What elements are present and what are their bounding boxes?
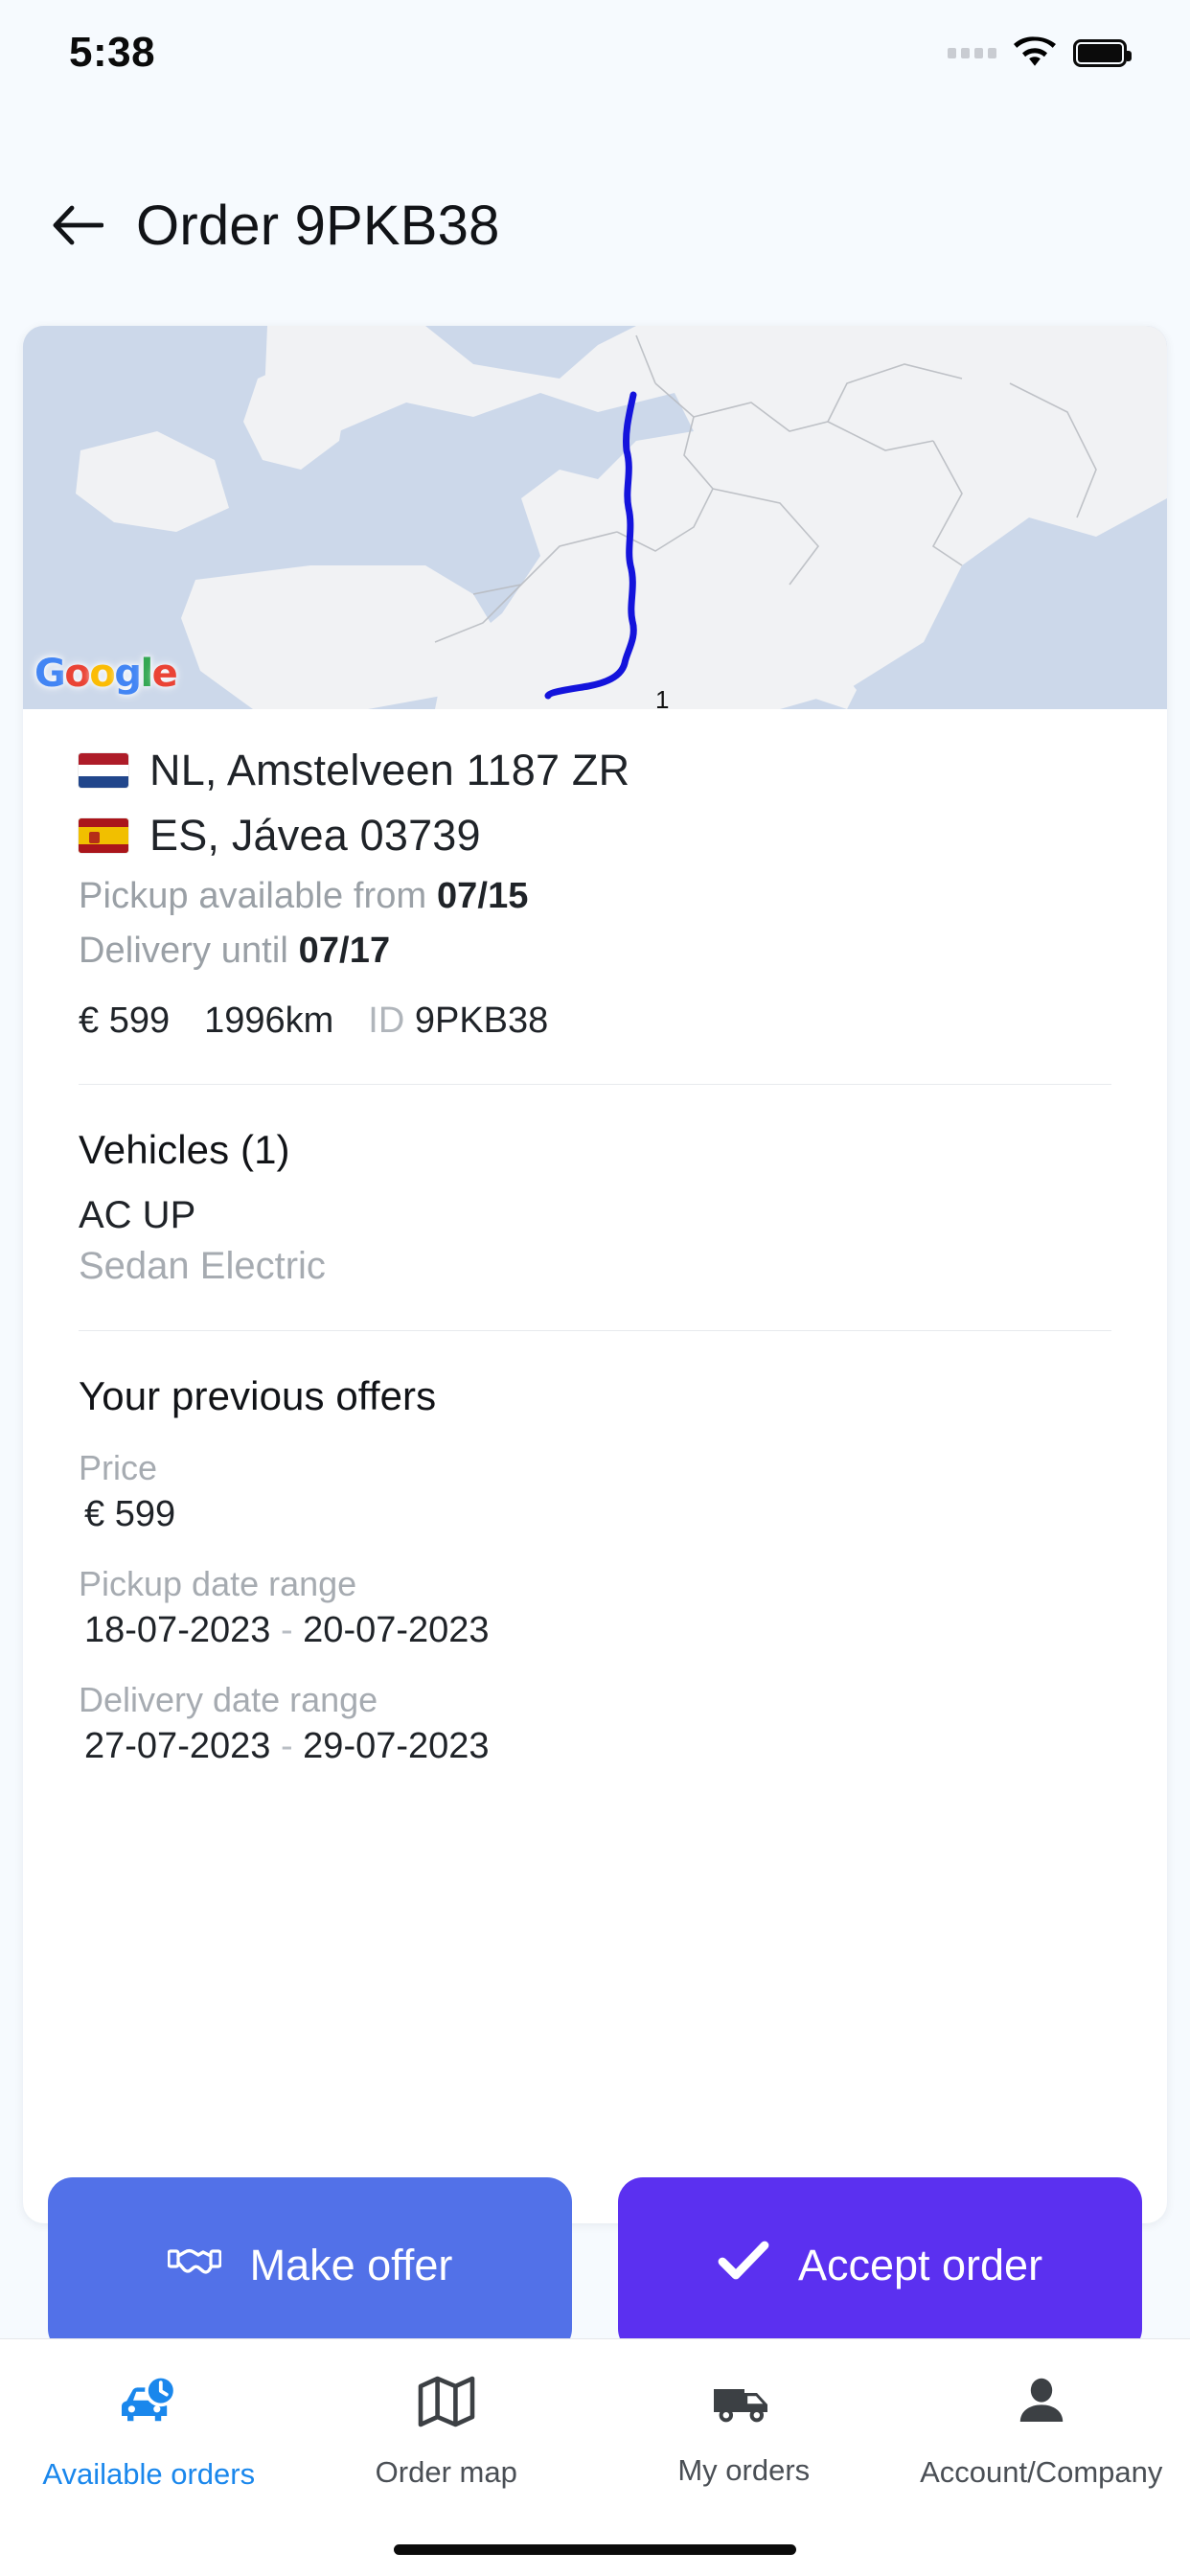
delivery-range-separator: - — [281, 1726, 293, 1766]
nav-label-order-map: Order map — [376, 2455, 517, 2490]
nav-label-my-orders: My orders — [677, 2453, 810, 2488]
pickup-range-end: 20-07-2023 — [303, 1610, 489, 1650]
map-icon — [417, 2374, 476, 2434]
check-icon — [718, 2241, 769, 2291]
order-id-label: ID — [368, 1000, 404, 1042]
offer-delivery-range-label: Delivery date range — [79, 1680, 1111, 1720]
divider-vehicles — [79, 1084, 1111, 1085]
battery-icon — [1073, 39, 1127, 67]
nl-flag-icon — [79, 753, 128, 788]
car-clock-icon — [116, 2374, 181, 2436]
offer-price-value: € 599 — [79, 1494, 1111, 1535]
pickup-range-separator: - — [281, 1610, 293, 1650]
map-canvas — [23, 326, 1167, 709]
nav-item-available-orders[interactable]: Available orders — [0, 2374, 298, 2492]
nav-item-order-map[interactable]: Order map — [298, 2374, 596, 2490]
pickup-range-start: 18-07-2023 — [84, 1610, 270, 1650]
signal-dots-icon — [948, 48, 996, 58]
google-logo: Google — [34, 652, 176, 696]
back-arrow-icon[interactable] — [52, 199, 103, 251]
origin-row: NL, Amstelveen 1187 ZR — [79, 746, 1111, 795]
offers-section-title: Your previous offers — [79, 1373, 1111, 1419]
truck-icon — [710, 2374, 777, 2432]
offer-pickup-range-label: Pickup date range — [79, 1564, 1111, 1604]
accept-order-label: Accept order — [798, 2241, 1042, 2290]
delivery-range-end: 29-07-2023 — [303, 1726, 489, 1766]
offer-delivery-range-value: 27-07-2023 - 29-07-2023 — [79, 1726, 1111, 1767]
page-title: Order 9PKB38 — [136, 194, 500, 258]
accept-order-button[interactable]: Accept order — [618, 2177, 1142, 2354]
delivery-date: 07/17 — [299, 931, 391, 971]
order-price: € 599 — [79, 1000, 170, 1042]
home-indicator — [394, 2544, 796, 2555]
pickup-availability: Pickup available from 07/15 — [79, 876, 1111, 917]
pickup-label: Pickup available from — [79, 876, 426, 916]
make-offer-label: Make offer — [250, 2241, 453, 2290]
status-indicators — [948, 36, 1127, 69]
destination-address: ES, Jávea 03739 — [149, 811, 481, 861]
nav-item-my-orders[interactable]: My orders — [595, 2374, 893, 2488]
offer-price-label: Price — [79, 1448, 1111, 1488]
order-summary-row: € 599 1996km ID 9PKB38 — [79, 1000, 1111, 1042]
app-screen: 5:38 Order 9PKB38 — [0, 0, 1190, 2576]
person-icon — [1014, 2374, 1069, 2434]
page-header: Order 9PKB38 — [0, 168, 1190, 283]
delivery-label: Delivery until — [79, 931, 288, 971]
vehicle-count-label: 1 — [655, 685, 669, 709]
order-detail-card: 1 Google NL, Amstelveen 1187 ZR — [23, 326, 1167, 2223]
order-distance: 1996km — [204, 1000, 333, 1042]
destination-row: ES, Jávea 03739 — [79, 811, 1111, 861]
bottom-navigation: Available orders Order map — [0, 2338, 1190, 2576]
nav-item-account-company[interactable]: Account/Company — [893, 2374, 1190, 2490]
status-time: 5:38 — [69, 29, 155, 77]
route-map[interactable]: 1 Google — [23, 326, 1167, 709]
order-content: NL, Amstelveen 1187 ZR ES, Jávea 03739 P… — [23, 709, 1167, 1767]
wifi-icon — [1014, 36, 1056, 69]
es-flag-icon — [79, 818, 128, 853]
handshake-icon — [168, 2241, 221, 2290]
vehicle-name: AC UP — [79, 1194, 1111, 1237]
action-bar: Make offer Accept order — [0, 2177, 1190, 2354]
origin-address: NL, Amstelveen 1187 ZR — [149, 746, 629, 795]
delivery-range-start: 27-07-2023 — [84, 1726, 270, 1766]
divider-offers — [79, 1330, 1111, 1331]
offer-pickup-range-value: 18-07-2023 - 20-07-2023 — [79, 1610, 1111, 1651]
nav-label-available-orders: Available orders — [42, 2457, 255, 2492]
nav-label-account-company: Account/Company — [920, 2455, 1162, 2490]
order-id-value: 9PKB38 — [415, 1000, 548, 1042]
pickup-date: 07/15 — [437, 876, 529, 916]
status-bar: 5:38 — [0, 0, 1190, 105]
make-offer-button[interactable]: Make offer — [48, 2177, 572, 2354]
vehicles-section-title: Vehicles (1) — [79, 1127, 1111, 1173]
delivery-deadline: Delivery until 07/17 — [79, 931, 1111, 972]
vehicle-spec: Sedan Electric — [79, 1245, 1111, 1288]
